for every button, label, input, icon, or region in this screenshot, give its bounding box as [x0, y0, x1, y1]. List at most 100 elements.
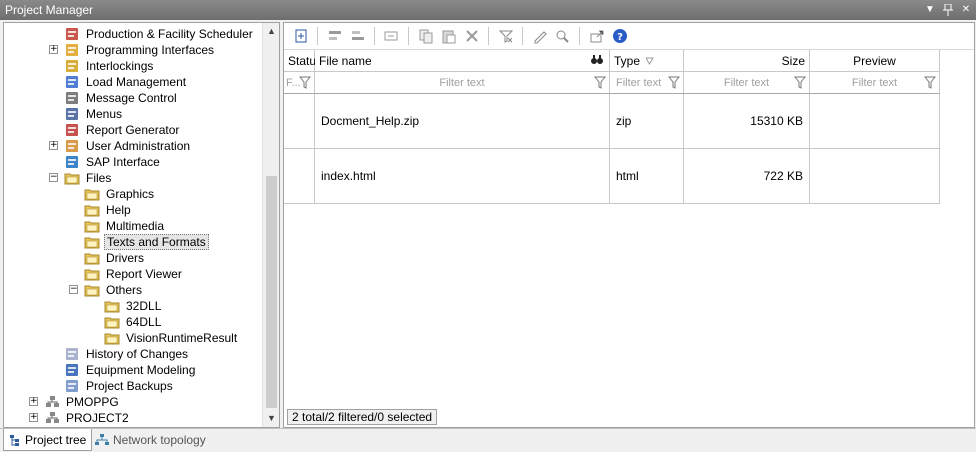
- tree-item[interactable]: Report Generator: [64, 122, 181, 138]
- tree-icon: [10, 434, 19, 446]
- binoculars-icon[interactable]: [591, 53, 603, 68]
- export-icon[interactable]: [586, 26, 607, 47]
- filter-preview[interactable]: Filter text: [810, 72, 940, 94]
- tree-scrollbar[interactable]: ▲ ▼: [262, 23, 279, 427]
- window-title: Project Manager: [5, 3, 94, 17]
- funnel-icon[interactable]: [668, 76, 680, 89]
- toolbar-separator: [374, 27, 375, 45]
- tree-item[interactable]: VisionRuntimeResult: [104, 330, 239, 346]
- tree-item[interactable]: Files: [64, 170, 113, 186]
- tree-item-label: Graphics: [106, 187, 155, 201]
- scrollbar-thumb[interactable]: [266, 176, 277, 408]
- tree-item-label: Texts and Formats: [104, 234, 209, 250]
- report-icon: [64, 122, 84, 138]
- tree-item[interactable]: Others: [84, 282, 144, 298]
- cell-status: [284, 94, 315, 149]
- network-icon: [95, 434, 109, 445]
- tree-item[interactable]: Drivers: [84, 250, 146, 266]
- tree-item[interactable]: Interlockings: [64, 58, 155, 74]
- toolbar-separator: [317, 27, 318, 45]
- expand-icon[interactable]: +: [29, 413, 38, 422]
- cell-size: 15310 KB: [684, 94, 810, 149]
- import-icon[interactable]: [290, 26, 311, 47]
- collapse-icon[interactable]: −: [69, 285, 78, 294]
- dropdown-icon[interactable]: ▼: [924, 4, 936, 16]
- find-icon[interactable]: [552, 26, 573, 47]
- help-icon[interactable]: ?: [609, 26, 630, 47]
- tab-network-topology[interactable]: Network topology: [90, 429, 211, 451]
- tree-item[interactable]: PROJECT2: [44, 410, 131, 426]
- gears-icon: [64, 42, 84, 58]
- close-icon[interactable]: ✕: [960, 4, 972, 16]
- scroll-down-icon[interactable]: ▼: [263, 410, 280, 427]
- tree-item[interactable]: Graphics: [84, 186, 156, 202]
- tab-bar: Project tree Network topology: [0, 428, 976, 452]
- column-header-status[interactable]: Status: [284, 50, 322, 72]
- dll-folder-icon: [104, 314, 124, 330]
- funnel-icon[interactable]: [594, 76, 606, 89]
- move-down-icon[interactable]: [347, 26, 368, 47]
- others-folder-icon: [84, 282, 104, 298]
- tree-item[interactable]: Help: [84, 202, 133, 218]
- project-tree[interactable]: Production & Facility Scheduler + Programm…: [4, 23, 262, 427]
- column-label: Preview: [853, 53, 896, 68]
- tree-item[interactable]: History of Changes: [64, 346, 190, 362]
- edit-icon[interactable]: [529, 26, 550, 47]
- filter-status[interactable]: F...: [284, 72, 315, 94]
- texts-folder-icon: [84, 234, 104, 250]
- cell-preview: [810, 94, 940, 149]
- toolbar-separator: [488, 27, 489, 45]
- tree-item-label: Report Viewer: [106, 267, 182, 281]
- svg-text:?: ?: [617, 32, 623, 43]
- column-header-type[interactable]: Type: [610, 50, 684, 72]
- tree-item[interactable]: Multimedia: [84, 218, 166, 234]
- tree-item[interactable]: Project Backups: [64, 378, 175, 394]
- expand-icon[interactable]: +: [29, 397, 38, 406]
- cell-type: zip: [610, 94, 684, 149]
- pin-icon[interactable]: [942, 4, 954, 16]
- report-viewer-folder-icon: [84, 266, 104, 282]
- delete-icon[interactable]: [461, 26, 482, 47]
- rename-icon[interactable]: [381, 26, 402, 47]
- collapse-icon[interactable]: −: [49, 173, 58, 182]
- backup-icon: [64, 378, 84, 394]
- status-bar: 2 total/2 filtered/0 selected: [287, 409, 438, 425]
- copy-icon[interactable]: [415, 26, 436, 47]
- filter-size[interactable]: Filter text: [684, 72, 810, 94]
- files-pane: ? Status File name Type Size Preview F..…: [283, 22, 975, 428]
- column-header-size[interactable]: Size: [684, 50, 810, 72]
- funnel-icon[interactable]: [299, 76, 311, 89]
- paste-icon[interactable]: [438, 26, 459, 47]
- expand-icon[interactable]: +: [49, 45, 58, 54]
- tree-item-label: Files: [86, 171, 112, 185]
- tree-item[interactable]: Programming Interfaces: [64, 42, 216, 58]
- filter-type[interactable]: Filter text: [610, 72, 684, 94]
- tree-item[interactable]: Texts and Formats: [84, 234, 209, 250]
- clear-filter-icon[interactable]: [495, 26, 516, 47]
- tree-item[interactable]: 64DLL: [104, 314, 163, 330]
- tree-item[interactable]: PMOPPG: [44, 394, 121, 410]
- toolbar-separator: [579, 27, 580, 45]
- funnel-icon[interactable]: [924, 76, 936, 89]
- files-toolbar: ?: [284, 23, 974, 50]
- tab-label: Network topology: [113, 433, 206, 447]
- funnel-icon[interactable]: [794, 76, 806, 89]
- tree-item[interactable]: User Administration: [64, 138, 192, 154]
- tree-item-label: 64DLL: [126, 315, 162, 329]
- column-header-file-name[interactable]: File name: [315, 50, 610, 72]
- tree-item[interactable]: Menus: [64, 106, 124, 122]
- column-header-preview[interactable]: Preview: [810, 50, 940, 72]
- tree-item[interactable]: Message Control: [64, 90, 179, 106]
- tab-project-tree[interactable]: Project tree: [3, 429, 93, 451]
- tree-item[interactable]: Equipment Modeling: [64, 362, 197, 378]
- scroll-up-icon[interactable]: ▲: [263, 23, 280, 40]
- cell-type: html: [610, 149, 684, 204]
- move-up-icon[interactable]: [324, 26, 345, 47]
- tree-item[interactable]: Report Viewer: [84, 266, 184, 282]
- tree-item[interactable]: 32DLL: [104, 298, 163, 314]
- tree-item[interactable]: SAP Interface: [64, 154, 162, 170]
- filter-file-name[interactable]: Filter text: [315, 72, 610, 94]
- tree-item[interactable]: Load Management: [64, 74, 188, 90]
- tree-item[interactable]: Production & Facility Scheduler: [64, 26, 255, 42]
- expand-icon[interactable]: +: [49, 141, 58, 150]
